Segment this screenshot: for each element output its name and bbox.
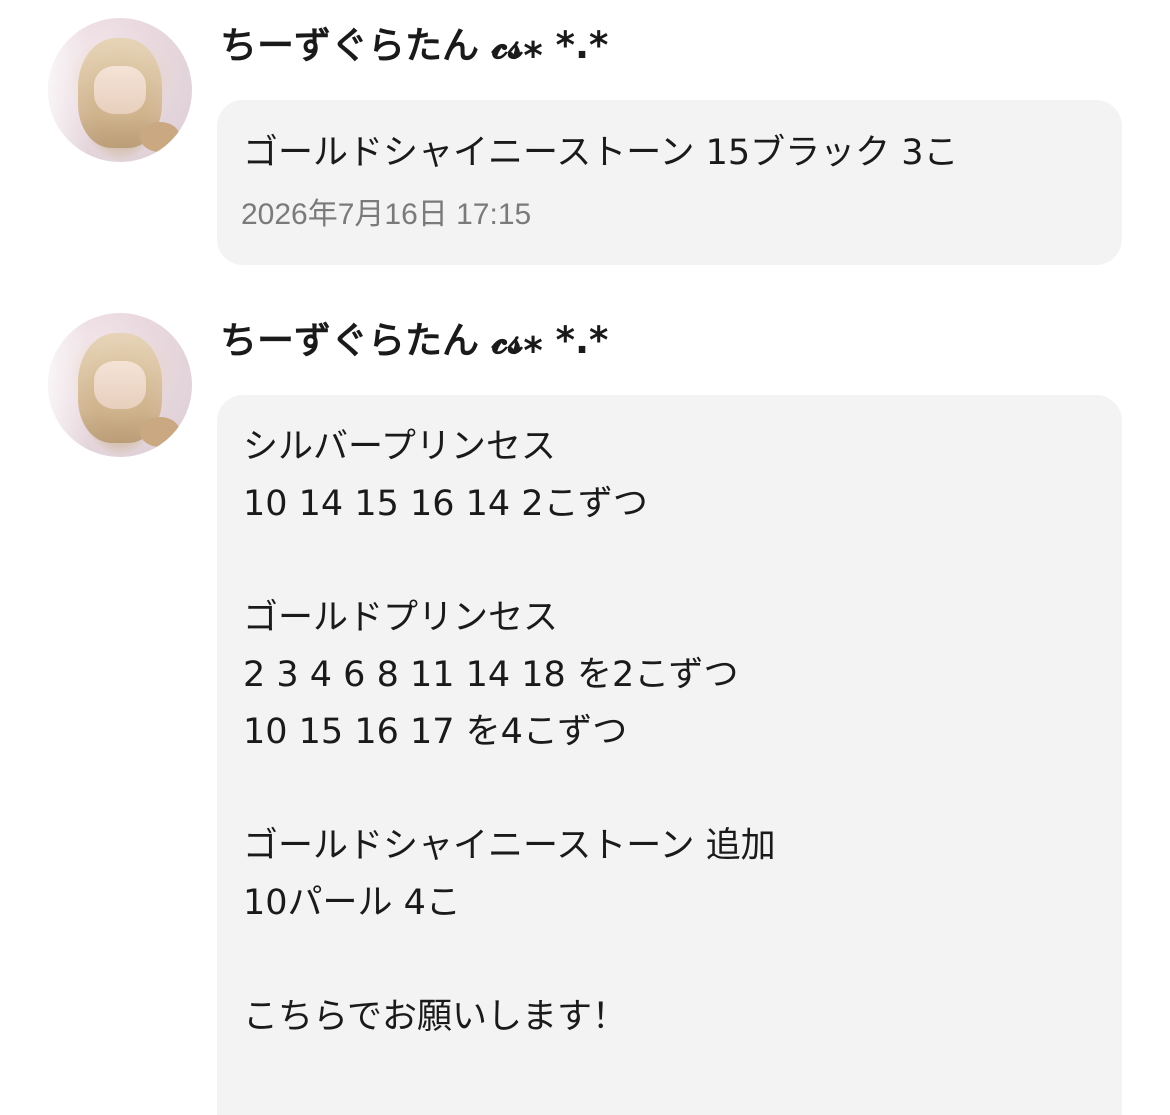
message-bubble[interactable]: シルバープリンセス 10 14 15 16 14 2こずつ ゴールドプリンセス … <box>217 395 1122 1115</box>
message-line: 2 3 4 6 8 11 14 18 を2こずつ <box>243 655 739 695</box>
message-line: 10 14 15 16 14 2こずつ <box>243 484 648 524</box>
user-avatar[interactable] <box>48 313 192 457</box>
chat-message: ちーずぐらたん 𝓬𝓼⁎ *.* シルバープリンセス 10 14 15 16 14… <box>0 295 1170 1115</box>
message-line <box>243 932 776 989</box>
sender-name[interactable]: ちーずぐらたん 𝓬𝓼⁎ *.* <box>220 24 608 68</box>
message-text: ゴールドシャイニーストーン 15ブラック 3こ <box>243 133 959 173</box>
user-avatar[interactable] <box>48 18 192 162</box>
message-line <box>243 533 776 590</box>
message-line: シルバープリンセス <box>243 427 556 467</box>
avatar-bear-detail <box>140 122 180 152</box>
message-bubble[interactable]: ゴールドシャイニーストーン 15ブラック 3こ 2026年7月16日 17:15 <box>217 100 1122 265</box>
message-text-block: シルバープリンセス 10 14 15 16 14 2こずつ ゴールドプリンセス … <box>243 419 776 1046</box>
message-line: 10パール 4こ <box>243 883 461 923</box>
sender-name[interactable]: ちーずぐらたん 𝓬𝓼⁎ *.* <box>220 319 608 363</box>
message-line <box>243 761 776 818</box>
avatar-hands-detail <box>94 361 146 409</box>
message-line: ゴールドプリンセス <box>243 598 559 638</box>
chat-message: ちーずぐらたん 𝓬𝓼⁎ *.* ゴールドシャイニーストーン 15ブラック 3こ … <box>0 0 1170 280</box>
message-line: 10 15 16 17 を4こずつ <box>243 712 628 752</box>
avatar-hands-detail <box>94 66 146 114</box>
avatar-bear-detail <box>140 417 180 447</box>
message-line: ゴールドシャイニーストーン 追加 <box>243 826 776 866</box>
message-timestamp: 2026年7月16日 17:15 <box>241 198 532 231</box>
message-line: こちらでお願いします！ <box>243 997 627 1037</box>
